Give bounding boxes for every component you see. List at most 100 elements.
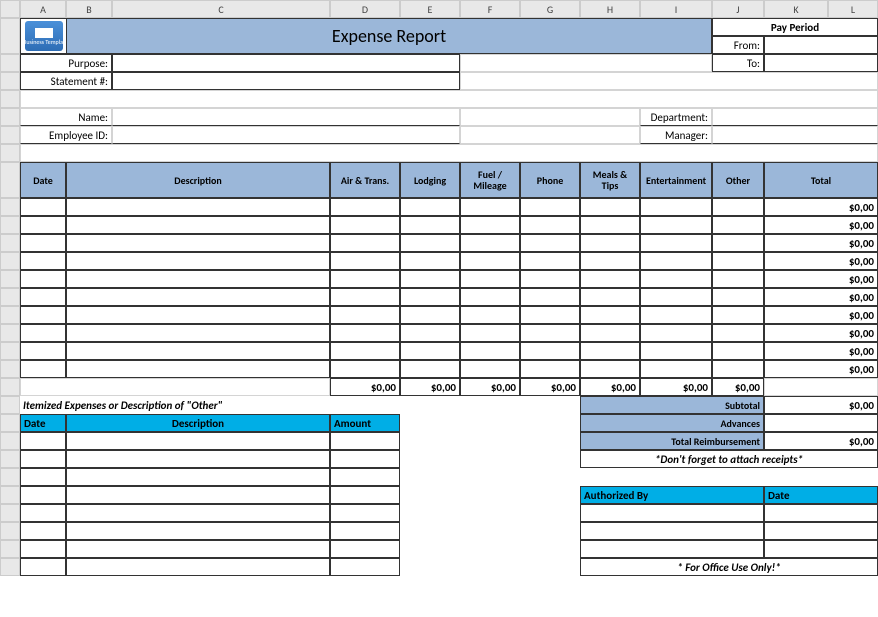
col-L[interactable]: L (828, 0, 878, 18)
cell[interactable] (460, 216, 520, 234)
cell-date[interactable] (20, 234, 66, 252)
itemized-cell[interactable] (66, 450, 330, 468)
row-hdr[interactable] (0, 450, 20, 468)
cell[interactable] (580, 234, 640, 252)
employee-input[interactable] (112, 126, 460, 144)
itemized-cell[interactable] (330, 450, 400, 468)
cell[interactable] (640, 198, 712, 216)
name-input[interactable] (112, 108, 460, 126)
cell[interactable] (712, 306, 764, 324)
cell[interactable] (330, 288, 400, 306)
col-I[interactable]: I (640, 0, 712, 18)
cell[interactable] (712, 288, 764, 306)
itemized-cell[interactable] (66, 432, 330, 450)
blank[interactable] (400, 432, 580, 450)
blank[interactable] (460, 72, 878, 90)
cell[interactable] (520, 270, 580, 288)
cell-desc[interactable] (66, 234, 330, 252)
cell[interactable] (520, 216, 580, 234)
cell[interactable] (520, 342, 580, 360)
cell[interactable] (400, 342, 460, 360)
itemized-cell[interactable] (330, 558, 400, 576)
itemized-cell[interactable] (66, 486, 330, 504)
row-hdr[interactable] (0, 144, 20, 162)
itemized-cell[interactable] (20, 450, 66, 468)
cell[interactable] (400, 216, 460, 234)
row-hdr[interactable] (0, 504, 20, 522)
cell[interactable] (400, 270, 460, 288)
itemized-cell[interactable] (330, 468, 400, 486)
blank[interactable] (400, 540, 580, 558)
cell[interactable] (580, 342, 640, 360)
cell-desc[interactable] (66, 306, 330, 324)
row-hdr[interactable] (0, 252, 20, 270)
blank[interactable] (400, 414, 580, 432)
cell-date[interactable] (20, 216, 66, 234)
cell-desc[interactable] (66, 324, 330, 342)
from-input[interactable] (764, 36, 878, 54)
cell[interactable] (640, 360, 712, 378)
itemized-cell[interactable] (330, 540, 400, 558)
row-hdr[interactable] (0, 270, 20, 288)
row-hdr[interactable] (0, 558, 20, 576)
row-hdr[interactable] (0, 486, 20, 504)
col-H[interactable]: H (580, 0, 640, 18)
row-hdr[interactable] (0, 324, 20, 342)
col-G[interactable]: G (520, 0, 580, 18)
cell-desc[interactable] (66, 360, 330, 378)
row-hdr[interactable] (0, 54, 20, 72)
cell[interactable] (400, 234, 460, 252)
row-hdr[interactable] (0, 432, 20, 450)
row-hdr[interactable] (0, 234, 20, 252)
col-B[interactable]: B (66, 0, 112, 18)
blank[interactable] (460, 54, 712, 72)
cell[interactable] (640, 252, 712, 270)
cell-date[interactable] (20, 360, 66, 378)
itemized-cell[interactable] (20, 558, 66, 576)
blank[interactable] (460, 126, 640, 144)
cell[interactable] (712, 324, 764, 342)
itemized-cell[interactable] (20, 540, 66, 558)
cell[interactable] (580, 360, 640, 378)
blank[interactable] (400, 468, 878, 486)
cell-desc[interactable] (66, 342, 330, 360)
itemized-cell[interactable] (330, 522, 400, 540)
cell[interactable] (712, 270, 764, 288)
cell[interactable] (400, 288, 460, 306)
statement-input[interactable] (112, 72, 460, 90)
cell[interactable] (640, 306, 712, 324)
cell-date[interactable] (20, 198, 66, 216)
itemized-cell[interactable] (66, 558, 330, 576)
cell[interactable] (640, 270, 712, 288)
blank[interactable] (400, 504, 580, 522)
itemized-cell[interactable] (66, 540, 330, 558)
auth-date-input[interactable] (764, 522, 878, 540)
cell[interactable] (520, 198, 580, 216)
cell-desc[interactable] (66, 216, 330, 234)
cell[interactable] (520, 306, 580, 324)
cell[interactable] (330, 360, 400, 378)
purpose-input[interactable] (112, 54, 460, 72)
cell-date[interactable] (20, 270, 66, 288)
itemized-cell[interactable] (20, 486, 66, 504)
cell[interactable] (712, 252, 764, 270)
cell[interactable] (460, 198, 520, 216)
cell[interactable] (712, 342, 764, 360)
cell[interactable] (400, 324, 460, 342)
cell-desc[interactable] (66, 288, 330, 306)
itemized-cell[interactable] (20, 522, 66, 540)
auth-date-input[interactable] (764, 504, 878, 522)
cell[interactable] (640, 324, 712, 342)
itemized-cell[interactable] (20, 504, 66, 522)
blank[interactable] (460, 108, 640, 126)
cell[interactable] (400, 198, 460, 216)
cell[interactable] (712, 198, 764, 216)
row-hdr[interactable] (0, 360, 20, 378)
cell[interactable] (580, 270, 640, 288)
cell[interactable] (460, 324, 520, 342)
to-input[interactable] (764, 54, 878, 72)
col-A[interactable]: A (20, 0, 66, 18)
row-hdr[interactable] (0, 18, 20, 54)
cell[interactable] (712, 216, 764, 234)
blank[interactable] (400, 486, 580, 504)
